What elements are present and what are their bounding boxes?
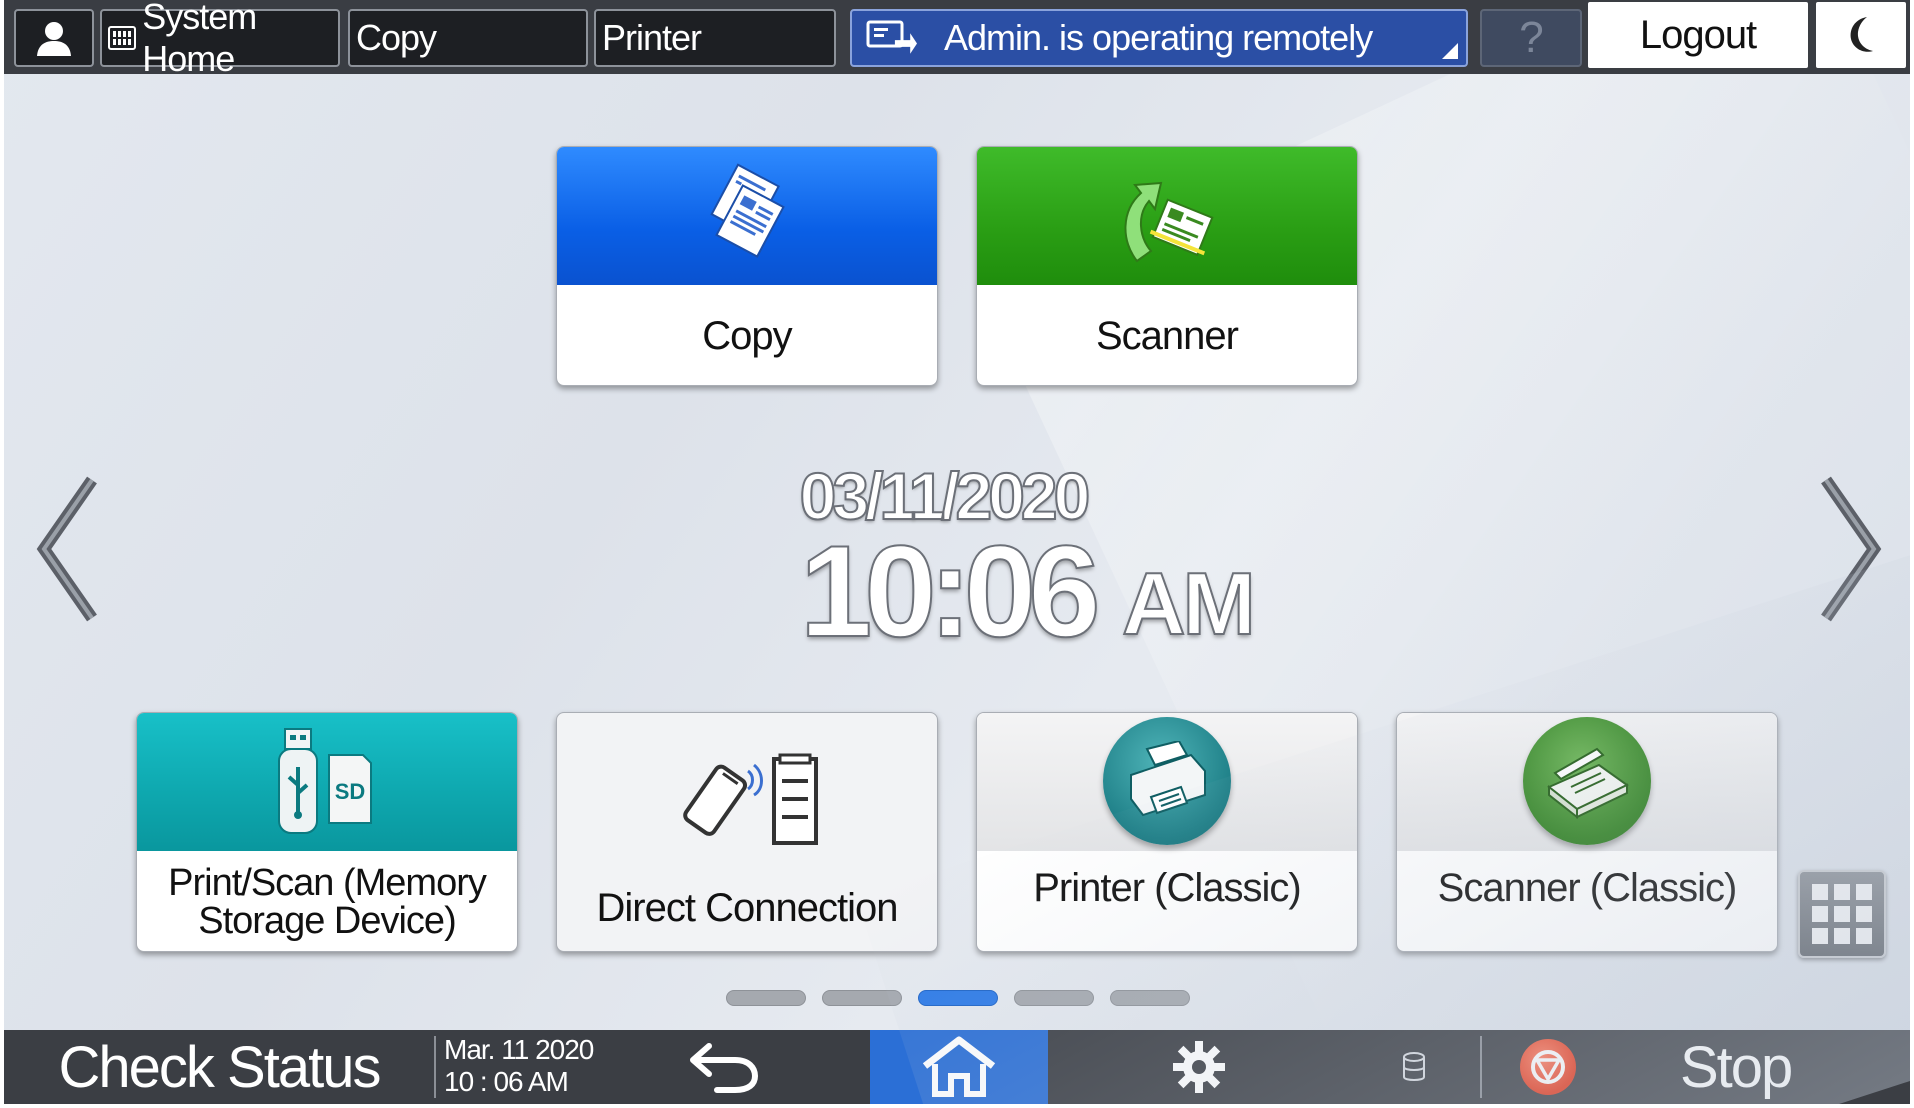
clock-time: 10:06 [799, 518, 1101, 664]
remote-operation-icon [866, 20, 917, 54]
check-status-button[interactable]: Check Status [4, 1030, 434, 1104]
settings-button[interactable] [1134, 1030, 1264, 1104]
grid-icon [1812, 884, 1872, 944]
keypad-icon [108, 26, 137, 50]
stop-label: Stop [1680, 1034, 1793, 1100]
printer-icon [1103, 717, 1231, 845]
page-dot[interactable] [1014, 990, 1094, 1006]
screen-border [1910, 0, 1914, 1108]
direct-connection-label: Direct Connection [596, 886, 899, 930]
divider [1480, 1036, 1482, 1098]
phone-printer-connection-icon [683, 753, 818, 845]
direct-tile-header [557, 713, 937, 851]
help-button[interactable]: ? [1480, 9, 1582, 67]
previous-page-arrow[interactable] [26, 474, 106, 624]
back-arrow-icon [690, 1043, 759, 1093]
copy-app-tab[interactable]: Copy [348, 9, 588, 67]
status-date: Mar. 11 2020 [444, 1034, 594, 1065]
scanner-icon [1124, 181, 1214, 263]
stop-button[interactable]: Stop [1484, 1030, 1910, 1104]
status-date-time: Mar. 11 2020 10 : 06 AM [444, 1034, 594, 1098]
page-dot[interactable] [726, 990, 806, 1006]
storage-icon [1403, 1052, 1425, 1081]
divider [434, 1036, 436, 1098]
remote-operation-message[interactable]: Admin. is operating remotely [850, 9, 1468, 67]
remote-operation-text: Admin. is operating remotely [944, 17, 1373, 58]
home-icon [922, 1036, 996, 1097]
flatbed-scanner-icon [1523, 717, 1651, 845]
copy-app-tile[interactable]: Copy [556, 146, 938, 386]
memory-storage-app-tile[interactable]: SD Print/Scan (Memory Storage Device) [136, 712, 518, 952]
printer-classic-label: Printer (Classic) [1033, 866, 1301, 910]
stop-icon [1520, 1039, 1576, 1095]
printer-tab-label: Printer [602, 17, 702, 58]
memory-tile-label-line2: Storage Device) [198, 900, 456, 942]
page-dot[interactable] [918, 990, 998, 1006]
page-dot[interactable] [1110, 990, 1190, 1006]
expand-corner-icon [1442, 43, 1458, 59]
copy-tile-label: Copy [702, 314, 792, 358]
home-screen: System Home Copy Printer Admin. is opera… [4, 0, 1910, 1104]
scanner-classic-label: Scanner (Classic) [1437, 866, 1738, 910]
energy-saver-button[interactable] [1816, 2, 1906, 68]
printer-classic-tile-header [977, 713, 1357, 851]
memory-tile-label-line1: Print/Scan (Memory [168, 862, 487, 904]
scanner-tile-header [977, 147, 1357, 285]
printer-classic-app-tile[interactable]: Printer (Classic) [976, 712, 1358, 952]
usb-sd-icon: SD [278, 728, 372, 834]
check-status-label: Check Status [58, 1034, 382, 1100]
scanner-tile-label: Scanner [1096, 314, 1239, 358]
page-dot[interactable] [822, 990, 902, 1006]
bottom-bar: Check Status Mar. 11 2020 10 : 06 AM Sto… [4, 1030, 1910, 1104]
moon-icon [1850, 17, 1873, 52]
system-home-button[interactable]: System Home [100, 0, 340, 79]
printer-app-tab[interactable]: Printer [594, 9, 836, 67]
gear-icon [1173, 1041, 1225, 1093]
scanner-app-tile[interactable]: Scanner [976, 146, 1358, 386]
application-list-button[interactable] [1798, 870, 1886, 958]
memory-tile-header: SD [137, 713, 517, 851]
top-bar: System Home Copy Printer Admin. is opera… [4, 0, 1910, 79]
back-button[interactable] [664, 1030, 784, 1104]
user-account-button[interactable] [14, 9, 94, 67]
help-icon: ? [1519, 13, 1544, 62]
scanner-classic-tile-header [1397, 713, 1777, 851]
next-page-arrow[interactable] [1812, 474, 1892, 624]
home-button[interactable] [870, 1030, 1048, 1104]
memory-tile-label: Print/Scan (Memory Storage Device) [137, 851, 517, 951]
clock-ampm: AM [1121, 554, 1257, 653]
scanner-classic-app-tile[interactable]: Scanner (Classic) [1396, 712, 1778, 952]
sd-card-label: SD [335, 779, 366, 804]
copy-tab-label: Copy [356, 17, 437, 58]
system-home-label: System Home [142, 0, 257, 79]
logout-button[interactable]: Logout [1588, 2, 1808, 68]
status-time: 10 : 06 AM [444, 1066, 569, 1097]
logout-label: Logout [1639, 12, 1757, 57]
user-icon [37, 22, 71, 56]
direct-connection-app-tile[interactable]: Direct Connection [556, 712, 938, 952]
copy-tile-header [557, 147, 937, 285]
copy-icon [710, 163, 785, 258]
page-indicator [726, 990, 1190, 1006]
storage-indicator [1384, 1030, 1444, 1104]
